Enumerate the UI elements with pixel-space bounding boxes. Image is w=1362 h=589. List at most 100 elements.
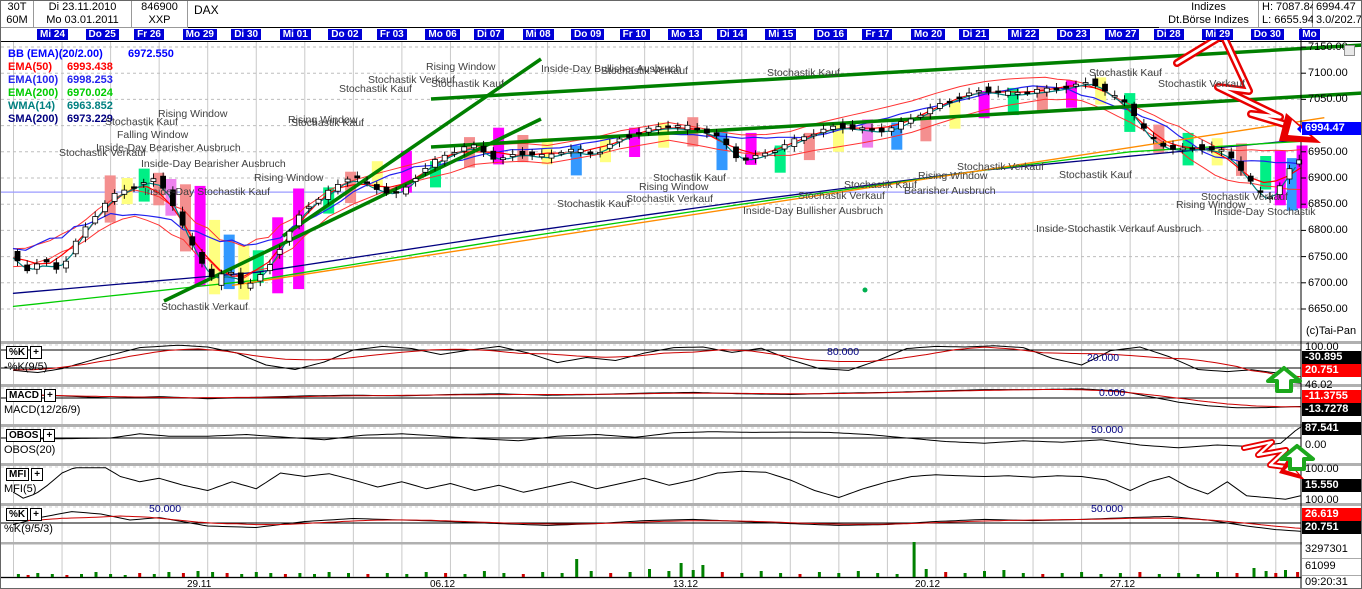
indicator-label: -%K(9/5) xyxy=(4,361,47,373)
date-tab[interactable]: Mo 29 xyxy=(183,29,217,40)
collapse-icon[interactable] xyxy=(1344,45,1355,56)
chart-annotation: Stochastik Kauf xyxy=(557,198,630,210)
date-tab[interactable]: Do 16 xyxy=(814,29,847,40)
chart-annotation: Bearisher Ausbruch xyxy=(904,185,996,197)
panel-axis-label: 0.000 xyxy=(1099,387,1125,399)
date-axis-label: 27.12 xyxy=(1110,579,1135,589)
chart-annotation: Rising Window xyxy=(426,61,495,73)
category-cell[interactable]: Indizes xyxy=(1159,1,1259,15)
panel-axis-label: 50.000 xyxy=(149,503,181,515)
chart-annotation: Inside-Day Bullisher Ausbruch xyxy=(743,205,883,217)
chart-annotation: Stochastik Kauf xyxy=(1089,67,1162,79)
indicator-value-box: -30.895 xyxy=(1302,351,1362,364)
date-tab[interactable]: Mo 20 xyxy=(911,29,945,40)
indicator-value-box: 0.00 xyxy=(1302,439,1362,452)
legend-item: EMA(100)6998.253 xyxy=(8,74,58,86)
chart-annotation: Stochastik Verkauf xyxy=(626,193,713,205)
chart-annotation: Rising Window xyxy=(158,108,227,120)
indicator-value-box: -11.3755 xyxy=(1302,390,1362,403)
date-cell-2: Mo 03.01.2011 xyxy=(34,14,132,28)
current-price-badge: 6994.47 xyxy=(1302,122,1362,135)
app-window: 30T Di 23.11.2010 846900 DAX 60M Mo 03.0… xyxy=(0,0,1362,589)
date-tab[interactable]: Mo 27 xyxy=(1105,29,1139,40)
last-price-cell: 6994.47 xyxy=(1313,1,1362,15)
date-tab[interactable]: Fr 10 xyxy=(620,29,650,40)
date-tab[interactable]: Fr 03 xyxy=(377,29,407,40)
price-tick-label: 6900.00 xyxy=(1308,172,1348,184)
date-tab[interactable]: Fr 17 xyxy=(862,29,892,40)
indicator-button-k1[interactable]: %K xyxy=(6,346,28,359)
chart-annotation: Stochastik Verkauf xyxy=(798,190,885,202)
date-tab[interactable]: Di 28 xyxy=(1154,29,1184,40)
date-tab[interactable]: Mi 08 xyxy=(523,29,554,40)
clock-cell: 09:20:31 xyxy=(1302,576,1362,589)
date-tab[interactable]: Mo 13 xyxy=(668,29,702,40)
chart-annotation: Stochastik Kauf xyxy=(767,67,840,79)
date-tab[interactable]: Mo 06 xyxy=(425,29,459,40)
indicator-button-k2[interactable]: %K xyxy=(6,508,28,521)
date-tab[interactable]: Mi 24 xyxy=(37,29,68,40)
date-tab[interactable]: Do 25 xyxy=(86,29,119,40)
indicator-label: MACD(12/26/9) xyxy=(4,404,80,416)
legend-item: EMA(200)6970.024 xyxy=(8,87,58,99)
date-tab[interactable]: Mi 01 xyxy=(280,29,311,40)
chart-annotation: Inside-Day Bearisher Ausbruch xyxy=(141,158,286,170)
chart-annotation: Stochastik Verkauf xyxy=(161,301,248,313)
panel-expand-button[interactable]: + xyxy=(30,346,42,359)
date-axis-label: 06.12 xyxy=(430,579,455,589)
date-cell-1: Di 23.11.2010 xyxy=(34,1,132,15)
indicator-label: %K(9/5/3) xyxy=(4,523,53,535)
panel-expand-button[interactable]: + xyxy=(30,508,42,521)
price-tick-label: 7150.00 xyxy=(1308,41,1348,53)
date-tab[interactable]: Di 30 xyxy=(231,29,261,40)
date-tab[interactable]: Mi 29 xyxy=(1202,29,1233,40)
date-tab[interactable]: Di 14 xyxy=(717,29,747,40)
price-tick-label: 6700.00 xyxy=(1308,277,1348,289)
high-cell: H: 7087.84 xyxy=(1259,1,1313,15)
date-tab[interactable]: Di 07 xyxy=(474,29,504,40)
date-tab[interactable]: Do 09 xyxy=(571,29,604,40)
indicator-button-mfi[interactable]: MFI xyxy=(6,468,29,481)
category-cell-2[interactable]: Dt.Börse Indizes xyxy=(1159,14,1259,28)
date-tab[interactable]: Mo xyxy=(1299,29,1319,40)
chart-annotation: Stochastik Verkauf xyxy=(601,65,688,77)
chart-annotation: Stochastik Verkauf xyxy=(59,147,146,159)
indicator-value-box: 100.00 xyxy=(1302,494,1362,507)
legend-item: BB (EMA)(20/2.00)6972.550 xyxy=(8,48,103,60)
timeframe-cell-2[interactable]: 60M xyxy=(1,14,34,28)
symbol-title: DAX xyxy=(194,3,219,17)
low-cell: L: 6655.94 xyxy=(1259,14,1313,28)
indicator-value-box: 20.751 xyxy=(1302,521,1362,534)
panel-axis-label: 20.000 xyxy=(1087,352,1119,364)
indicator-button-obos[interactable]: OBOS xyxy=(6,429,41,442)
date-axis-label: 29.11 xyxy=(187,579,211,589)
panel-expand-button[interactable]: + xyxy=(44,389,56,402)
date-tab[interactable]: Fr 26 xyxy=(134,29,164,40)
price-tick-label: 6650.00 xyxy=(1308,303,1348,315)
price-tick-label: 7050.00 xyxy=(1308,93,1348,105)
chart-annotation: Stochastik Verkauf xyxy=(1158,78,1245,90)
date-tab[interactable]: Do 23 xyxy=(1057,29,1090,40)
legend-item: SMA(200)6973.229 xyxy=(8,113,58,125)
chart-annotation: Rising Window xyxy=(254,172,323,184)
date-tab[interactable]: Mi 22 xyxy=(1008,29,1039,40)
copyright-label: (c)Tai-Pan xyxy=(1306,325,1356,337)
date-tab[interactable]: Do 30 xyxy=(1251,29,1284,40)
date-tab[interactable]: Do 02 xyxy=(328,29,361,40)
green-dot-marker xyxy=(863,288,868,293)
panel-expand-button[interactable]: + xyxy=(31,468,43,481)
indicator-value-box: 20.751 xyxy=(1302,364,1362,377)
date-tab[interactable]: Mi 15 xyxy=(765,29,796,40)
volume-total-cell: 3297301 xyxy=(1302,542,1362,559)
chart-annotation: Stochastik Kauf xyxy=(291,117,364,129)
indicator-button-macd[interactable]: MACD xyxy=(6,389,42,402)
timeframe-cell-1[interactable]: 30T xyxy=(1,1,34,15)
chart-annotation: Falling Window xyxy=(117,129,188,141)
date-tab[interactable]: Di 21 xyxy=(959,29,989,40)
chart-annotation: Stochastik Kauf xyxy=(1059,169,1132,181)
wkn-cell: 846900 xyxy=(132,1,188,15)
legend-item: EMA(50)6993.438 xyxy=(8,61,52,73)
panel-expand-button[interactable]: + xyxy=(43,429,55,442)
indicator-value-box: 100.00 xyxy=(1302,463,1362,476)
chart-annotation: Inside-Stochastik Verkauf Ausbruch xyxy=(1036,223,1201,235)
